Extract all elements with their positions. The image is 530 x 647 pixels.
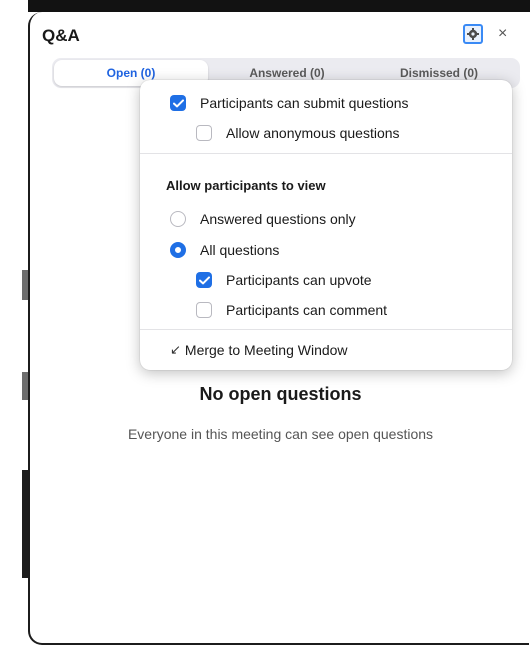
all-questions-option[interactable]: All questions — [170, 239, 279, 261]
all-questions-radio[interactable] — [170, 242, 186, 258]
qa-title: Q&A — [42, 26, 80, 45]
can-comment-option[interactable]: Participants can comment — [196, 299, 387, 321]
qa-settings-popup: Participants can submit questions Allow … — [140, 80, 512, 370]
can-upvote-checkbox[interactable] — [196, 272, 212, 288]
empty-state-title: No open questions — [199, 384, 362, 404]
can-comment-label: Participants can comment — [226, 302, 388, 318]
checkmark-icon — [198, 275, 210, 284]
screen: Q&A × Open (0) Answered (0) Dismissed (0… — [0, 0, 530, 647]
divider — [140, 153, 512, 154]
answered-only-option[interactable]: Answered questions only — [170, 208, 356, 230]
arrow-down-left-icon: ↙ — [170, 342, 181, 357]
empty-state-subtitle: Everyone in this meeting can see open qu… — [127, 426, 434, 442]
anonymous-questions-option[interactable]: Allow anonymous questions — [196, 122, 400, 144]
can-upvote-label: Participants can upvote — [226, 272, 372, 288]
anonymous-questions-label: Allow anonymous questions — [226, 125, 400, 141]
submit-questions-checkbox[interactable] — [170, 95, 186, 111]
close-button[interactable]: × — [498, 24, 507, 44]
merge-label: Merge to Meeting Window — [184, 342, 348, 358]
all-questions-label: All questions — [200, 242, 280, 258]
can-comment-checkbox[interactable] — [196, 302, 212, 318]
answered-only-label: Answered questions only — [200, 211, 356, 227]
answered-only-radio[interactable] — [170, 211, 186, 227]
settings-button[interactable] — [463, 24, 483, 44]
checkmark-icon — [172, 98, 184, 107]
view-section-title: Allow participants to view — [166, 178, 326, 193]
submit-questions-label: Participants can submit questions — [200, 95, 409, 111]
background-top-bar — [0, 0, 530, 12]
submit-questions-option[interactable]: Participants can submit questions — [170, 92, 409, 114]
divider — [140, 329, 512, 330]
anonymous-questions-checkbox[interactable] — [196, 125, 212, 141]
gear-icon — [467, 28, 479, 40]
can-upvote-option[interactable]: Participants can upvote — [196, 269, 372, 291]
merge-to-meeting-window[interactable]: ↙ Merge to Meeting Window — [170, 342, 348, 358]
